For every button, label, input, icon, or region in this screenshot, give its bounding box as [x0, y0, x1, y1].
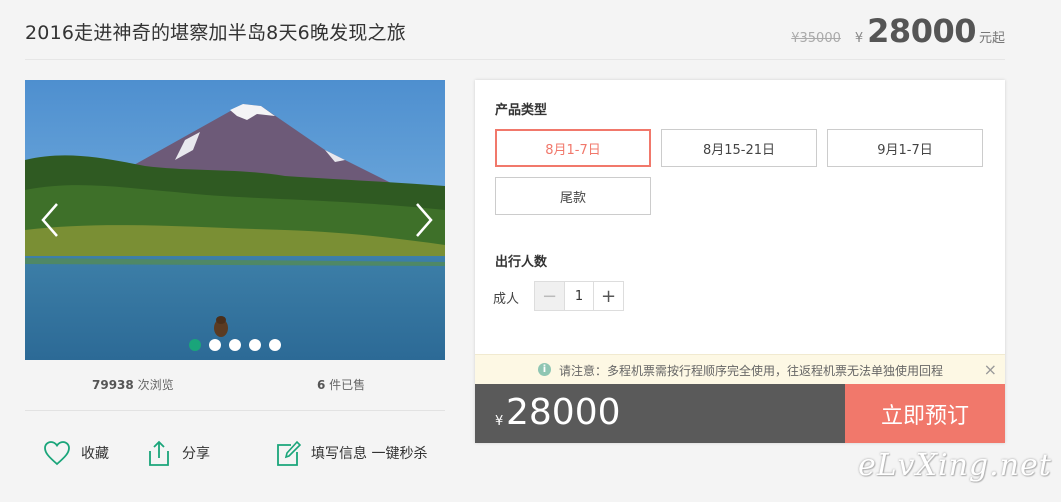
purchase-bar: ¥ 28000 立即预订 — [475, 384, 1005, 443]
price-header: ¥35000 ¥ 28000 元起 — [791, 12, 1005, 50]
favorite-button[interactable]: 收藏 — [43, 440, 109, 466]
views-stat: 79938 次浏览 — [92, 376, 174, 393]
adult-label: 成人 — [493, 292, 520, 307]
header-divider — [25, 59, 1005, 60]
product-stats: 79938 次浏览 6 件已售 — [25, 376, 445, 396]
share-icon — [149, 440, 169, 466]
booking-panel: 产品类型 8月1-7日 8月15-21日 9月1-7日 尾款 出行人数 成人 −… — [475, 80, 1005, 443]
total-price-box: ¥ 28000 — [475, 384, 845, 443]
carousel-dot[interactable] — [249, 339, 261, 351]
site-watermark: eLvXing.net — [858, 448, 1052, 483]
info-icon: i — [538, 363, 551, 376]
decrement-button[interactable]: − — [535, 282, 565, 310]
carousel-dot[interactable] — [269, 339, 281, 351]
chevron-right-icon — [416, 203, 433, 237]
notice-text: 请注意：多程机票需按行程顺序完全使用，往返程机票无法单独使用回程 — [559, 364, 944, 378]
favorite-label: 收藏 — [81, 446, 109, 462]
image-carousel[interactable] — [25, 80, 445, 360]
currency-symbol: ¥ — [854, 31, 864, 46]
original-price: ¥35000 — [791, 31, 841, 46]
quantity-stepper: − 1 + — [534, 281, 624, 311]
current-price: 28000 — [867, 12, 976, 50]
stats-divider — [25, 410, 445, 411]
carousel-next-arrow[interactable] — [413, 202, 435, 238]
product-type-label: 产品类型 — [495, 103, 548, 118]
heart-icon — [44, 441, 70, 466]
seckill-button[interactable]: 填写信息 一键秒杀 — [275, 439, 427, 467]
option-balance[interactable]: 尾款 — [495, 177, 651, 215]
travelers-label: 出行人数 — [495, 255, 548, 270]
carousel-dot[interactable] — [209, 339, 221, 351]
sold-label: 件已售 — [325, 378, 366, 392]
price-unit: 元起 — [978, 31, 1005, 46]
chevron-left-icon — [41, 203, 58, 237]
views-count: 79938 — [92, 378, 134, 392]
increment-button[interactable]: + — [593, 282, 623, 310]
sold-stat: 6 件已售 — [317, 376, 365, 393]
seckill-label: 填写信息 一键秒杀 — [311, 446, 428, 462]
option-aug-1-7[interactable]: 8月1-7日 — [495, 129, 651, 167]
action-bar: 收藏 分享 填写信息 一键秒杀 — [25, 436, 445, 472]
notice-bar: i 请注意：多程机票需按行程顺序完全使用，往返程机票无法单独使用回程 × — [475, 354, 1005, 384]
carousel-dot[interactable] — [229, 339, 241, 351]
total-price: 28000 — [506, 392, 621, 433]
page-title: 2016走进神奇的堪察加半岛8天6晚发现之旅 — [25, 22, 406, 44]
carousel-dots — [189, 339, 281, 351]
book-now-button[interactable]: 立即预订 — [845, 384, 1005, 443]
option-sep-1-7[interactable]: 9月1-7日 — [827, 129, 983, 167]
share-button[interactable]: 分享 — [146, 439, 210, 467]
close-icon[interactable]: × — [984, 360, 997, 379]
views-label: 次浏览 — [133, 378, 174, 392]
option-aug-15-21[interactable]: 8月15-21日 — [661, 129, 817, 167]
edit-icon — [277, 440, 301, 466]
carousel-photo — [25, 80, 445, 360]
carousel-prev-arrow[interactable] — [39, 202, 61, 238]
quantity-input[interactable]: 1 — [565, 282, 593, 310]
carousel-dot[interactable] — [189, 339, 201, 351]
share-label: 分享 — [182, 446, 210, 462]
total-currency-symbol: ¥ — [495, 414, 504, 429]
